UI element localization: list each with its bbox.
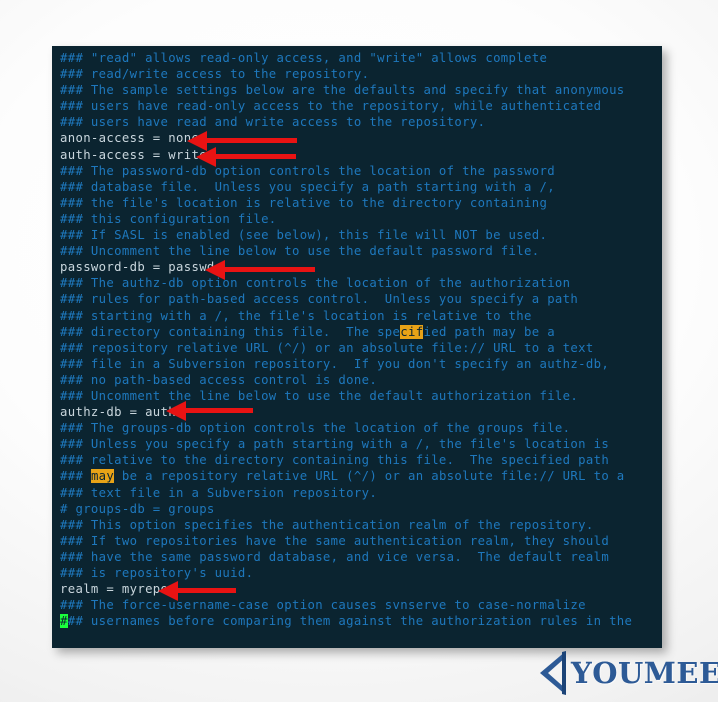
code-line[interactable]: ### starting with a /, the file's locati… [60,308,662,324]
code-line[interactable]: # groups-db = groups [60,501,662,517]
code-line[interactable]: anon-access = none [60,130,662,146]
code-line[interactable]: password-db = passwd [60,259,662,275]
youmeek-logo-text: YOUMEEK [571,655,718,690]
code-line[interactable]: ### directory containing this file. The … [60,324,662,340]
code-line[interactable]: authz-db = authz [60,404,662,420]
code-line[interactable]: ### this configuration file. [60,211,662,227]
code-line[interactable]: ### relative to the directory containing… [60,452,662,468]
code-line[interactable]: ### users have read and write access to … [60,114,662,130]
code-line[interactable]: ### The force-username-case option cause… [60,597,662,613]
code-line[interactable]: ### Unless you specify a path starting w… [60,436,662,452]
code-line[interactable]: ### The groups-db option controls the lo… [60,420,662,436]
code-line[interactable]: ### This option specifies the authentica… [60,517,662,533]
code-line[interactable]: ### users have read-only access to the r… [60,98,662,114]
code-line[interactable]: ### rules for path-based access control.… [60,291,662,307]
code-line[interactable]: ### usernames before comparing them agai… [60,613,662,629]
code-line[interactable]: realm = myrepo [60,581,662,597]
left-chevron-arrow-icon [540,651,566,695]
code-line[interactable]: ### have the same password database, and… [60,549,662,565]
search-match-highlight: may [90,469,115,484]
code-line[interactable]: ### The password-db option controls the … [60,163,662,179]
code-line[interactable]: auth-access = write [60,147,662,163]
terminal-window[interactable]: ### "read" allows read-only access, and … [52,46,662,648]
code-line[interactable]: ### may be a repository relative URL (^/… [60,468,662,484]
youmeek-watermark: YOUMEEK [536,650,718,696]
code-line[interactable]: ### file in a Subversion repository. If … [60,356,662,372]
code-line[interactable]: ### Uncomment the line below to use the … [60,388,662,404]
code-line[interactable]: ### If SASL is enabled (see below), this… [60,227,662,243]
code-line[interactable]: ### Uncomment the line below to use the … [60,243,662,259]
code-line[interactable]: ### "read" allows read-only access, and … [60,50,662,66]
code-line[interactable]: ### The sample settings below are the de… [60,82,662,98]
code-line[interactable]: ### repository relative URL (^/) or an a… [60,340,662,356]
text-cursor: # [60,614,68,629]
code-line[interactable]: ### is repository's uuid. [60,565,662,581]
code-line[interactable]: ### database file. Unless you specify a … [60,179,662,195]
code-line[interactable]: ### the file's location is relative to t… [60,195,662,211]
code-line[interactable]: ### read/write access to the repository. [60,66,662,82]
code-line[interactable]: ### no path-based access control is done… [60,372,662,388]
search-match-highlight: cif [400,324,424,339]
code-line[interactable]: ### text file in a Subversion repository… [60,485,662,501]
code-line[interactable]: ### The authz-db option controls the loc… [60,275,662,291]
config-file-content[interactable]: ### "read" allows read-only access, and … [60,50,662,629]
code-line[interactable]: ### If two repositories have the same au… [60,533,662,549]
